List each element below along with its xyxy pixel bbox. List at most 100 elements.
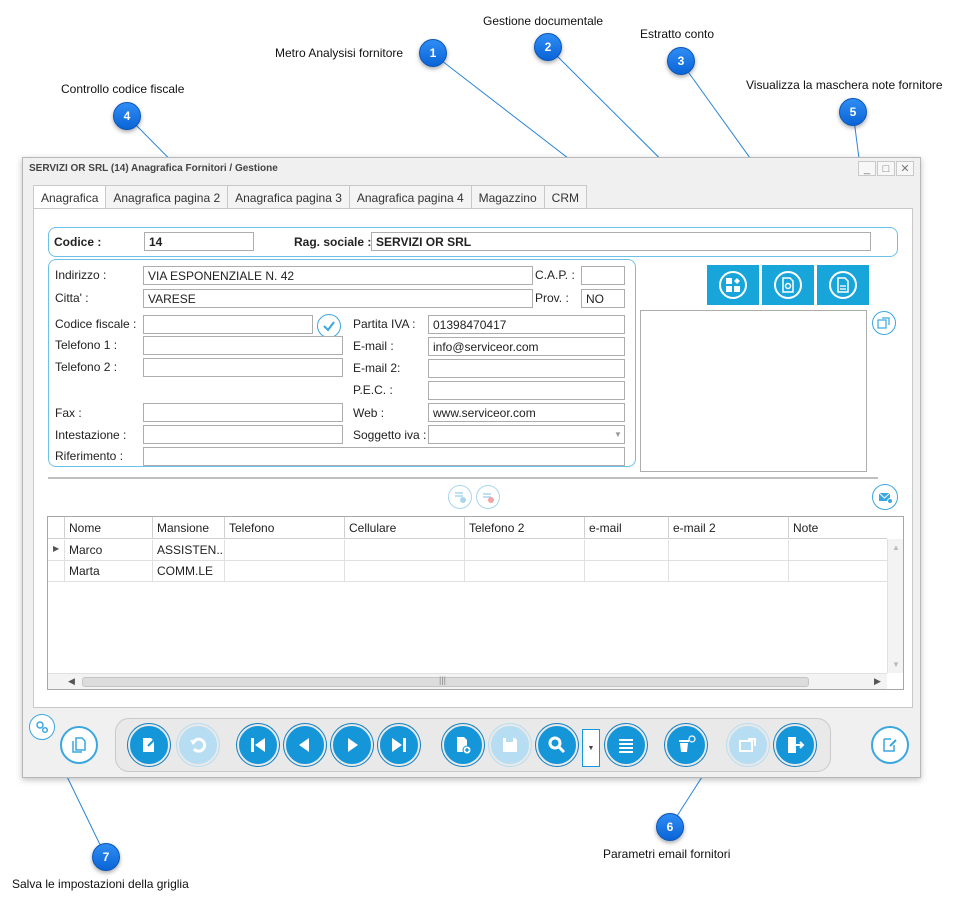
export-button[interactable] — [727, 724, 769, 766]
chevron-down-icon: ▼ — [614, 430, 622, 439]
maximize-button[interactable]: □ — [877, 161, 895, 176]
save-grid-settings-button[interactable] — [29, 714, 55, 740]
undo-button[interactable] — [177, 724, 219, 766]
table-cell[interactable]: Marco — [64, 540, 152, 561]
minimize-button[interactable]: _ — [858, 161, 876, 176]
table-cell[interactable] — [224, 540, 344, 561]
telefono2-label: Telefono 2 : — [55, 360, 118, 374]
notes-panel[interactable] — [640, 310, 867, 472]
tab-anagrafica-pagina-4[interactable]: Anagrafica pagina 4 — [348, 185, 472, 209]
search-options-dropdown[interactable]: ▼ — [582, 729, 600, 767]
scroll-up-icon[interactable]: ▲ — [892, 543, 900, 552]
codice-field[interactable]: 14 — [144, 232, 254, 251]
copy-record-button[interactable] — [60, 726, 98, 764]
remove-contact-button[interactable] — [476, 485, 500, 509]
next-record-button[interactable] — [331, 724, 373, 766]
scroll-left-icon[interactable]: ◀ — [68, 676, 75, 687]
rag-sociale-field[interactable]: SERVIZI OR SRL — [371, 232, 871, 251]
check-fiscal-code-button[interactable] — [317, 314, 341, 338]
fax-field[interactable] — [143, 403, 343, 422]
edit-mode-button[interactable] — [871, 726, 909, 764]
fax-label: Fax : — [55, 406, 82, 420]
callout-badge-6: 6 — [656, 813, 684, 841]
first-record-button[interactable] — [237, 724, 279, 766]
delete-button[interactable] — [665, 724, 707, 766]
column-header[interactable]: Nome — [64, 517, 152, 539]
table-cell[interactable]: COMM.LE — [152, 561, 224, 582]
list-view-button[interactable] — [605, 724, 647, 766]
add-contact-button[interactable] — [448, 485, 472, 509]
table-cell[interactable] — [788, 561, 885, 582]
contacts-grid[interactable]: Nome Mansione Telefono Cellulare Telefon… — [47, 516, 904, 690]
email-parameters-button[interactable] — [872, 484, 898, 510]
partita-iva-field[interactable]: 01398470417 — [428, 315, 625, 334]
column-header[interactable]: Note — [788, 517, 885, 539]
table-cell[interactable] — [584, 540, 668, 561]
table-cell[interactable]: ASSISTEN... — [152, 540, 224, 561]
vertical-scrollbar[interactable]: ▲ ▼ — [887, 539, 903, 673]
new-record-button[interactable] — [442, 724, 484, 766]
pec-field[interactable] — [428, 381, 625, 400]
scroll-thumb[interactable]: ||| — [82, 675, 809, 687]
edit-record-button[interactable] — [128, 724, 170, 766]
table-cell[interactable] — [668, 561, 788, 582]
tab-magazzino[interactable]: Magazzino — [470, 185, 545, 209]
scroll-right-icon[interactable]: ▶ — [874, 676, 881, 687]
chevron-down-icon: ▼ — [587, 744, 595, 752]
tab-bar: Anagrafica Anagrafica pagina 2 Anagrafic… — [33, 185, 587, 210]
email2-field[interactable] — [428, 359, 625, 378]
table-cell[interactable] — [344, 561, 464, 582]
search-button[interactable] — [536, 724, 578, 766]
column-header[interactable]: e-mail — [584, 517, 668, 539]
column-header[interactable]: e-mail 2 — [668, 517, 788, 539]
last-record-button[interactable] — [378, 724, 420, 766]
codice-fiscale-field[interactable] — [143, 315, 313, 334]
horizontal-scrollbar[interactable]: ◀ ||| ▶ — [48, 673, 887, 689]
document-search-icon — [782, 277, 794, 293]
tab-anagrafica-pagina-3[interactable]: Anagrafica pagina 3 — [227, 185, 350, 209]
table-cell[interactable] — [224, 561, 344, 582]
partita-iva-label: Partita IVA : — [353, 317, 416, 331]
table-cell[interactable] — [464, 540, 584, 561]
table-cell[interactable] — [464, 561, 584, 582]
table-cell[interactable] — [344, 540, 464, 561]
telefono1-field[interactable] — [143, 336, 343, 355]
callout-label-6: Parametri email fornitori — [603, 847, 731, 861]
table-cell[interactable] — [668, 540, 788, 561]
telefono2-field[interactable] — [143, 358, 343, 377]
close-button[interactable]: ✕ — [896, 161, 914, 176]
cap-field[interactable] — [581, 266, 625, 285]
table-cell[interactable]: Marta — [64, 561, 152, 582]
riferimento-field[interactable] — [143, 447, 625, 466]
title-bar: SERVIZI OR SRL (14) Anagrafica Fornitori… — [23, 158, 920, 180]
column-header[interactable]: Mansione — [152, 517, 224, 539]
table-cell[interactable] — [788, 540, 885, 561]
tab-anagrafica[interactable]: Anagrafica — [33, 185, 107, 210]
prov-field[interactable]: NO — [581, 289, 625, 308]
exit-button[interactable] — [774, 724, 816, 766]
table-row[interactable]: ▶ Marco ASSISTEN... — [48, 540, 887, 561]
previous-record-button[interactable] — [284, 724, 326, 766]
scroll-down-icon[interactable]: ▼ — [892, 660, 900, 669]
table-row[interactable]: Marta COMM.LE — [48, 561, 887, 582]
metro-analysis-button[interactable] — [707, 265, 759, 305]
intestazione-field[interactable] — [143, 425, 343, 444]
supplier-notes-button[interactable] — [872, 311, 896, 335]
account-statement-button[interactable] — [817, 265, 869, 305]
tab-anagrafica-pagina-2[interactable]: Anagrafica pagina 2 — [105, 185, 229, 209]
window-title: SERVIZI OR SRL (14) Anagrafica Fornitori… — [29, 163, 278, 174]
table-cell[interactable] — [584, 561, 668, 582]
indirizzo-field[interactable]: VIA ESPONENZIALE N. 42 — [143, 266, 533, 285]
column-header[interactable]: Telefono 2 — [464, 517, 584, 539]
column-header[interactable]: Telefono — [224, 517, 344, 539]
column-header[interactable]: Cellulare — [344, 517, 464, 539]
citta-field[interactable]: VARESE — [143, 289, 533, 308]
tab-crm[interactable]: CRM — [543, 185, 587, 209]
callout-badge-2: 2 — [534, 33, 562, 61]
document-management-button[interactable] — [762, 265, 814, 305]
save-button[interactable] — [489, 724, 531, 766]
soggetto-iva-select[interactable] — [428, 425, 625, 444]
email-field[interactable]: info@serviceor.com — [428, 337, 625, 356]
web-field[interactable]: www.serviceor.com — [428, 403, 625, 422]
grid-header: Nome Mansione Telefono Cellulare Telefon… — [48, 517, 887, 539]
